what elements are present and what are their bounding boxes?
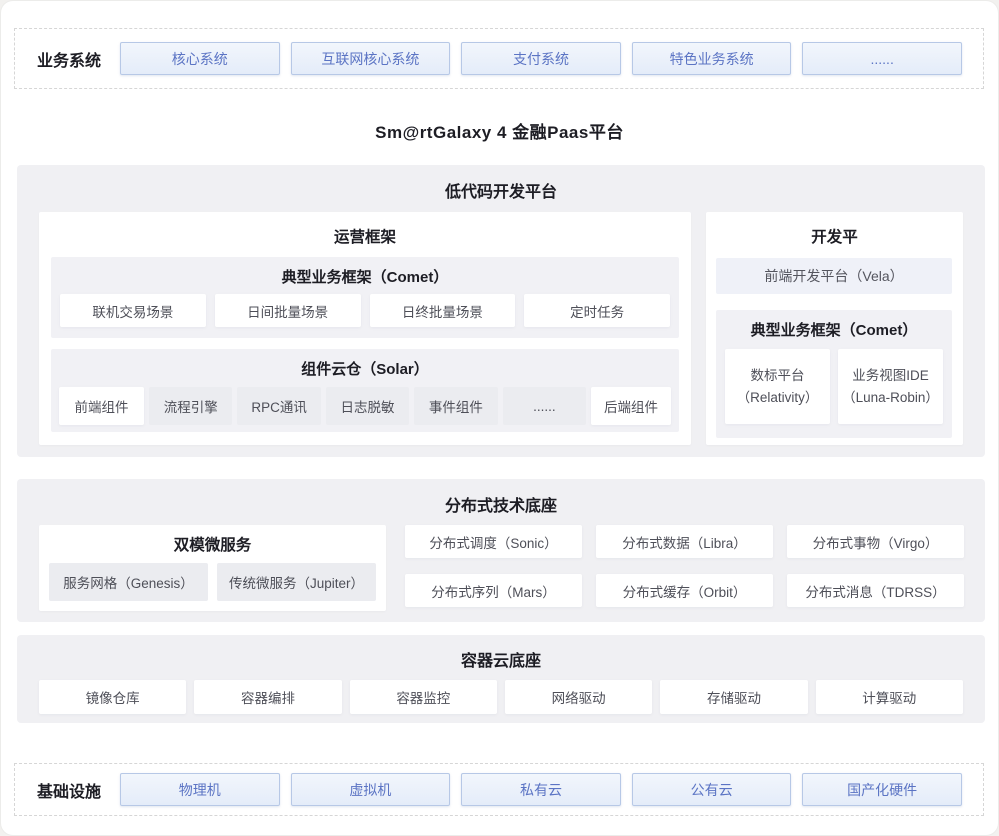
dev-comet-item-line: 业务视图IDE (852, 365, 929, 387)
dual-mode-items: 服务网格（Genesis） 传统微服务（Jupiter） (39, 563, 386, 601)
distributed-item: 分布式缓存（Orbit） (596, 574, 773, 607)
dev-comet-item-line: （Luna-Robin） (842, 387, 939, 409)
distributed-section: 分布式技术底座 双模微服务 服务网格（Genesis） 传统微服务（Jupite… (17, 479, 985, 622)
business-systems-section: 业务系统 核心系统 互联网核心系统 支付系统 特色业务系统 ...... (14, 28, 984, 89)
business-system-item: 特色业务系统 (632, 42, 792, 75)
infrastructure-item: 公有云 (632, 773, 792, 806)
comet-item: 日终批量场景 (370, 294, 516, 327)
container-cloud-item: 存储驱动 (660, 680, 807, 714)
business-system-item: ...... (802, 42, 962, 75)
platform-title: Sm@rtGalaxy 4 金融Paas平台 (1, 118, 998, 143)
business-systems-items: 核心系统 互联网核心系统 支付系统 特色业务系统 ...... (120, 42, 962, 75)
infrastructure-item: 国产化硬件 (802, 773, 962, 806)
dev-comet-item: 业务视图IDE （Luna-Robin） (838, 349, 943, 424)
dual-mode-chip: 服务网格（Genesis） (49, 563, 208, 601)
dev-comet-title: 典型业务框架（Comet） (716, 310, 952, 340)
container-cloud-item: 容器监控 (350, 680, 497, 714)
comet-title: 典型业务框架（Comet） (51, 257, 679, 287)
infrastructure-label: 基础设施 (15, 778, 111, 802)
operation-framework-title: 运营框架 (39, 212, 691, 247)
container-cloud-item: 计算驱动 (816, 680, 963, 714)
comet-panel: 典型业务框架（Comet） 联机交易场景 日间批量场景 日终批量场景 定时任务 (51, 257, 679, 338)
dev-comet-item-line: 数标平台 (751, 365, 805, 387)
solar-chip: RPC通讯 (237, 387, 320, 425)
dev-comet-panel: 典型业务框架（Comet） 数标平台 （Relativity） 业务视图IDE … (716, 310, 952, 438)
container-cloud-item: 容器编排 (194, 680, 341, 714)
lowcode-section: 低代码开发平台 运营框架 典型业务框架（Comet） 联机交易场景 日间批量场景… (17, 165, 985, 457)
container-cloud-section: 容器云底座 镜像仓库 容器编排 容器监控 网络驱动 存储驱动 计算驱动 (17, 635, 985, 723)
comet-item: 联机交易场景 (60, 294, 206, 327)
infrastructure-item: 私有云 (461, 773, 621, 806)
distributed-title: 分布式技术底座 (17, 479, 985, 516)
container-cloud-item: 镜像仓库 (39, 680, 186, 714)
distributed-grid: 分布式调度（Sonic） 分布式数据（Libra） 分布式事物（Virgo） 分… (405, 525, 964, 607)
distributed-item: 分布式序列（Mars） (405, 574, 582, 607)
comet-item: 定时任务 (524, 294, 670, 327)
dev-platform-title: 开发平 (706, 212, 963, 247)
solar-items: 前端组件 流程引擎 RPC通讯 日志脱敏 事件组件 ...... 后端组件 (51, 387, 679, 425)
architecture-diagram-card: 业务系统 核心系统 互联网核心系统 支付系统 特色业务系统 ...... Sm@… (1, 1, 998, 835)
dual-mode-card: 双模微服务 服务网格（Genesis） 传统微服务（Jupiter） (39, 525, 386, 611)
dual-mode-chip: 传统微服务（Jupiter） (217, 563, 376, 601)
solar-panel: 组件云仓（Solar） 前端组件 流程引擎 RPC通讯 日志脱敏 事件组件 ..… (51, 349, 679, 432)
solar-chip: 事件组件 (414, 387, 497, 425)
solar-chip: ...... (503, 387, 586, 425)
business-systems-label: 业务系统 (15, 47, 111, 71)
solar-chip: 流程引擎 (149, 387, 232, 425)
vela-box: 前端开发平台（Vela） (716, 258, 952, 294)
lowcode-title: 低代码开发平台 (17, 165, 985, 202)
comet-items: 联机交易场景 日间批量场景 日终批量场景 定时任务 (51, 294, 679, 327)
solar-back-item: 后端组件 (591, 387, 671, 425)
dual-mode-title: 双模微服务 (39, 525, 386, 555)
business-system-item: 支付系统 (461, 42, 621, 75)
distributed-item: 分布式事物（Virgo） (787, 525, 964, 558)
infrastructure-section: 基础设施 物理机 虚拟机 私有云 公有云 国产化硬件 (14, 763, 984, 816)
dev-comet-item-line: （Relativity） (737, 387, 819, 409)
comet-item: 日间批量场景 (215, 294, 361, 327)
business-system-item: 互联网核心系统 (291, 42, 451, 75)
distributed-item: 分布式数据（Libra） (596, 525, 773, 558)
solar-chip: 日志脱敏 (326, 387, 409, 425)
dev-comet-items: 数标平台 （Relativity） 业务视图IDE （Luna-Robin） (716, 349, 952, 424)
dev-platform-card: 开发平 前端开发平台（Vela） 典型业务框架（Comet） 数标平台 （Rel… (706, 212, 963, 445)
dev-comet-item: 数标平台 （Relativity） (725, 349, 830, 424)
infrastructure-item: 虚拟机 (291, 773, 451, 806)
operation-framework-card: 运营框架 典型业务框架（Comet） 联机交易场景 日间批量场景 日终批量场景 … (39, 212, 691, 445)
container-cloud-items: 镜像仓库 容器编排 容器监控 网络驱动 存储驱动 计算驱动 (17, 680, 985, 714)
container-cloud-item: 网络驱动 (505, 680, 652, 714)
solar-title: 组件云仓（Solar） (51, 349, 679, 379)
container-cloud-title: 容器云底座 (17, 635, 985, 671)
business-system-item: 核心系统 (120, 42, 280, 75)
distributed-item: 分布式消息（TDRSS） (787, 574, 964, 607)
infrastructure-item: 物理机 (120, 773, 280, 806)
infrastructure-items: 物理机 虚拟机 私有云 公有云 国产化硬件 (120, 773, 962, 806)
solar-front-item: 前端组件 (59, 387, 144, 425)
distributed-item: 分布式调度（Sonic） (405, 525, 582, 558)
